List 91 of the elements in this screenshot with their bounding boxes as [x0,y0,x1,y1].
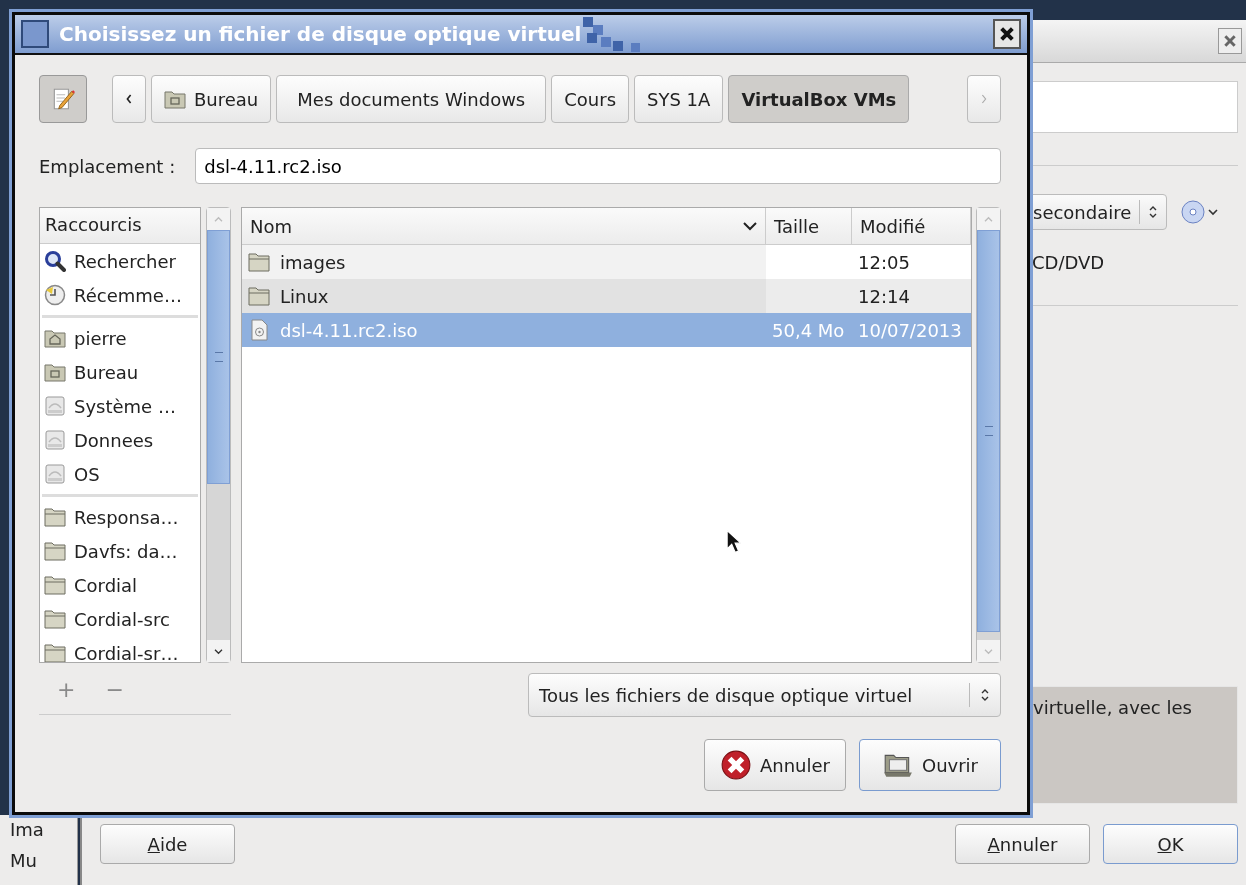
location-label: Emplacement : [39,155,176,177]
window-title: Choisissez un fichier de disque optique virtuel [59,22,582,46]
updown-arrow-icon [1148,205,1159,219]
text-field[interactable] [1032,81,1238,133]
media-label: CD/DVD [1032,252,1106,273]
scroll-down-icon[interactable] [213,647,224,655]
shortcut-label: Système … [74,395,176,417]
ok-button[interactable]: OK [1103,824,1238,864]
path-button[interactable]: VirtualBox VMs [728,75,910,123]
shortcut-item[interactable]: Responsa… [40,500,200,534]
list-item-label: Ima [10,819,45,840]
disc-file-icon [248,319,270,341]
column-header[interactable]: Nom [242,208,766,244]
shortcut-item[interactable]: Donnees [40,423,200,457]
file-size: 50,4 Mo [772,319,845,341]
column-header[interactable]: Modifié [852,208,971,244]
shortcut-item[interactable]: Bureau [40,355,200,389]
updown-arrow-icon [980,688,990,702]
list-item-label: Mu [10,850,38,871]
chevron-left-icon [125,93,133,105]
scroll-up-icon[interactable] [983,215,994,223]
path-button[interactable]: Cours [551,75,630,123]
close-icon [1223,34,1237,48]
shortcut-label: Davfs: da… [74,540,178,562]
shortcut-label: Récemme… [74,284,182,306]
drive-icon [44,429,66,451]
file-date: 12:05 [858,251,910,273]
shortcut-label: Bureau [74,361,139,383]
shortcut-label: pierre [74,327,127,349]
shortcut-item[interactable]: Davfs: da… [40,534,200,568]
dropdown[interactable]: secondaire [1032,194,1168,230]
help-button[interactable]: Aide [100,824,235,864]
shortcut-item[interactable]: pierre [40,321,200,355]
window-icon [21,20,49,48]
file-name: Linux [280,285,329,307]
shortcut-label: Cordial-sr… [74,642,179,662]
column-header[interactable]: Raccourcis [40,208,200,244]
file-row[interactable]: Linux 12:14 [242,279,971,313]
scrollbar[interactable] [206,207,231,663]
path-button[interactable]: Bureau [151,75,272,123]
mouse-cursor-icon [726,529,742,555]
folder-icon [44,574,66,596]
cancel-button[interactable]: Annuler [704,739,846,791]
shortcut-item[interactable]: OS [40,457,200,491]
folder-icon [44,506,66,528]
shortcut-label: Responsa… [74,506,179,528]
chevron-right-icon [980,93,988,105]
close-icon [999,26,1015,42]
shortcut-label: OS [74,463,100,485]
cancel-button[interactable]: Annuler [955,824,1090,864]
sort-caret-icon [743,221,757,231]
file-type-dropdown[interactable]: Tous les fichiers de disque optique virtuel [528,673,1001,717]
file-date: 10/07/2013 [858,319,962,341]
edit-location-button[interactable] [39,75,87,123]
path-button[interactable]: Mes documents Windows [276,75,547,123]
folder-icon [44,642,66,662]
folder-icon [44,540,66,562]
folder-icon [248,285,270,307]
shortcut-item[interactable]: Cordial-sr… [40,636,200,662]
folder-icon [248,251,270,273]
shortcut-item[interactable]: Rechercher [40,244,200,278]
shortcut-label: Donnees [74,429,154,451]
shortcut-label: Rechercher [74,250,176,272]
clock-icon [44,284,66,306]
open-button[interactable]: Ouvrir [859,739,1001,791]
file-date: 12:14 [858,285,910,307]
shortcut-item[interactable]: Cordial-src [40,602,200,636]
path-button[interactable]: SYS 1A [634,75,724,123]
cancel-icon [720,749,752,781]
location-field[interactable]: dsl-4.11.rc2.iso [195,148,1001,184]
desktop-folder-icon [44,361,66,383]
home-folder-icon [44,327,66,349]
shortcut-label: Cordial [74,574,138,596]
folder-icon [44,608,66,630]
shortcut-item[interactable]: Système … [40,389,200,423]
forward-button[interactable] [967,75,1001,123]
search-icon [44,250,66,272]
file-name: dsl-4.11.rc2.iso [280,319,418,341]
shortcut-item[interactable]: Récemme… [40,278,200,312]
close-button[interactable] [993,19,1021,49]
shortcut-item[interactable]: Cordial [40,568,200,602]
file-name: images [280,251,346,273]
column-header[interactable]: Taille [766,208,852,244]
scrollbar[interactable] [976,207,1001,663]
drive-icon [44,395,66,417]
shortcut-label: Cordial-src [74,608,170,630]
desktop-folder-icon [164,88,186,110]
back-button[interactable] [112,75,146,123]
info-text: virtuelle, avec les [1033,697,1192,718]
drive-icon [44,463,66,485]
scroll-up-icon[interactable] [213,215,224,223]
